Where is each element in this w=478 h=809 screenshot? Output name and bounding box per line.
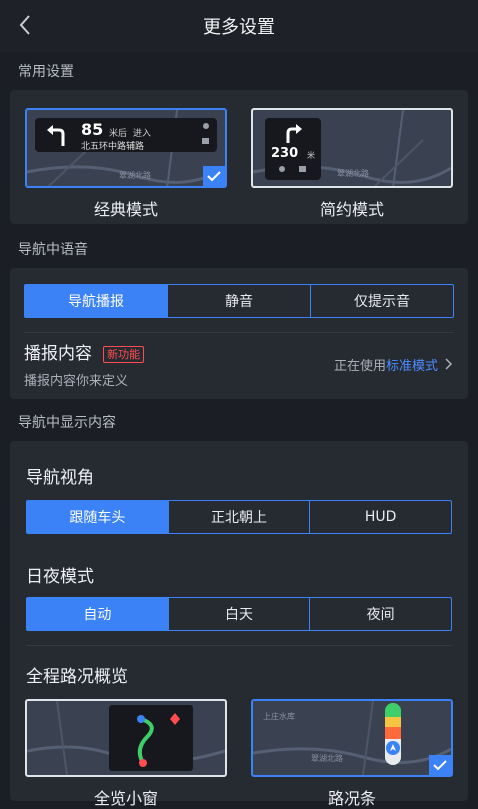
turn-right-arrow-icon: [286, 124, 302, 143]
classic-mode-thumbnail[interactable]: 85 米后 进入 北五环中路辅路 翠湖北路: [25, 108, 227, 188]
voice-option-tone-only[interactable]: 仅提示音: [310, 285, 453, 317]
view-option-follow-heading[interactable]: 跟随车头: [27, 501, 168, 533]
turn-left-arrow-icon: [47, 125, 65, 146]
day-night-selector: 自动 白天 夜间: [26, 597, 452, 631]
daynight-option-day[interactable]: 白天: [167, 598, 310, 630]
overview-window-label: 全览小窗: [93, 789, 158, 808]
map-label-reservoir: 上庄水库: [263, 712, 295, 721]
broadcast-content-title: 播报内容: [24, 344, 92, 364]
traffic-bar-option[interactable]: 上庄水库 翠湖北路 路况条: [251, 699, 453, 809]
map-road-label: 翠湖北路: [337, 169, 369, 178]
view-angle-title: 导航视角: [26, 468, 94, 488]
classic-distance: 85: [81, 120, 104, 139]
overview-mini-window: [109, 705, 193, 771]
simple-mode-thumbnail[interactable]: 230 米 翠湖北路: [251, 108, 453, 188]
daynight-option-auto[interactable]: 自动: [27, 598, 168, 630]
display-settings-card: 导航视角 跟随车头 正北朝上 HUD 日夜模式 自动 白天 夜间 全程路况概览: [10, 441, 468, 808]
using-prefix: 正在使用: [333, 358, 386, 374]
voice-mode-selector: 导航播报 静音 仅提示音: [24, 284, 454, 318]
selected-check-icon: [429, 755, 451, 775]
broadcast-content-desc: 播报内容你来定义: [24, 374, 129, 389]
simple-distance: 230: [271, 146, 299, 161]
chevron-right-icon: [445, 358, 453, 370]
simple-mode-option[interactable]: 230 米 翠湖北路 简约模式: [251, 108, 453, 220]
mic-icon: [203, 123, 209, 129]
classic-mode-option[interactable]: 85 米后 进入 北五环中路辅路 翠湖北路 经典模式: [25, 108, 227, 220]
traffic-bar-graphic: [385, 703, 401, 765]
daynight-option-night[interactable]: 夜间: [309, 598, 451, 630]
simple-distance-unit: 米: [307, 151, 315, 160]
view-option-north-up[interactable]: 正北朝上: [167, 501, 310, 533]
classic-distance-unit: 米后: [109, 129, 128, 139]
classic-action: 进入: [133, 129, 152, 139]
new-feature-badge: 新功能: [103, 346, 145, 363]
classic-nav-panel: 85 米后 进入 北五环中路辅路: [35, 118, 217, 152]
voice-option-broadcast[interactable]: 导航播报: [25, 285, 167, 317]
speaker-icon: [202, 138, 209, 144]
overview-window-option[interactable]: 全览小窗: [25, 699, 227, 809]
page-title: 更多设置: [203, 17, 275, 38]
classic-road-name: 北五环中路辅路: [81, 142, 145, 152]
voice-settings-card: 导航播报 静音 仅提示音 播报内容 新功能 播报内容你来定义 正在使用 标准模式: [10, 268, 468, 399]
section-label-display: 导航中显示内容: [18, 415, 116, 431]
classic-mode-label: 经典模式: [93, 200, 158, 219]
overview-title: 全程路况概览: [26, 667, 128, 687]
car-position-icon: [386, 741, 400, 755]
section-label-common: 常用设置: [18, 64, 74, 80]
voice-option-mute[interactable]: 静音: [167, 285, 310, 317]
map-road-label: 翠湖北路: [119, 171, 151, 180]
simple-nav-panel: 230 米: [265, 118, 321, 180]
mic-icon: [279, 166, 285, 172]
overview-window-thumbnail[interactable]: [25, 699, 227, 777]
day-night-title: 日夜模式: [26, 567, 94, 587]
traffic-bar-label: 路况条: [327, 789, 376, 808]
speaker-icon: [299, 166, 306, 172]
traffic-bar-thumbnail[interactable]: 上庄水库 翠湖北路: [251, 699, 453, 777]
map-label-road: 翠湖北路: [311, 754, 343, 763]
common-settings-card: 85 米后 进入 北五环中路辅路 翠湖北路 经典模式 230 米 翠湖北路 简约…: [10, 90, 468, 224]
header-bar: 更多设置: [0, 0, 478, 52]
view-option-hud[interactable]: HUD: [309, 501, 451, 533]
back-icon[interactable]: [14, 14, 36, 36]
section-label-voice: 导航中语音: [18, 242, 88, 258]
broadcast-content-row[interactable]: 播报内容 新功能 播报内容你来定义 正在使用 标准模式: [24, 333, 454, 395]
selected-check-icon: [203, 166, 225, 186]
using-mode-link[interactable]: 标准模式: [386, 355, 438, 374]
simple-mode-label: 简约模式: [319, 200, 384, 219]
route-line-graphic: [137, 713, 180, 767]
view-angle-selector: 跟随车头 正北朝上 HUD: [26, 500, 452, 534]
